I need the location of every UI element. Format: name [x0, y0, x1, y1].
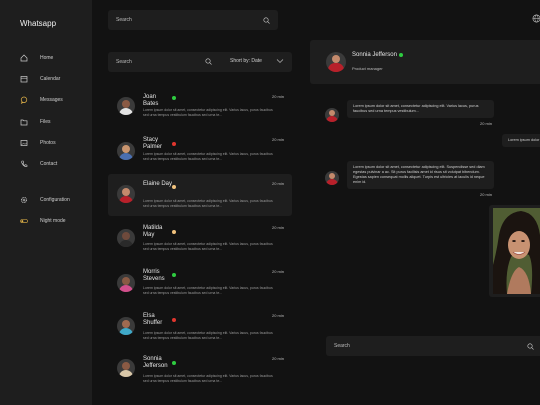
message-input[interactable]	[326, 343, 527, 349]
avatar	[325, 171, 339, 185]
status-away-dot	[172, 230, 176, 234]
app-title: Whatsapp	[20, 19, 57, 28]
contact-name: Sonnia Jefferson	[143, 356, 168, 369]
contact-name: Elaine Day	[143, 181, 173, 187]
contact-name: Joan Bates	[143, 94, 159, 107]
list-search-bar	[108, 52, 292, 72]
conversation-item[interactable]: Joan Bates 20 min Lorem ipsum dolor sit …	[108, 89, 292, 131]
message-time: 20 min	[272, 137, 285, 142]
message-preview: Lorem ipsum dolor sit amet, consectetur …	[143, 108, 273, 117]
gear-icon	[21, 197, 27, 203]
messages-icon	[20, 96, 28, 104]
toggle-icon	[20, 219, 28, 224]
search-icon[interactable]	[527, 342, 534, 350]
status-online-dot	[399, 53, 403, 57]
home-icon	[20, 54, 28, 62]
top-search-bar	[108, 10, 278, 30]
search-input[interactable]	[108, 17, 263, 23]
contact-name: Matilda May	[143, 225, 163, 238]
sidebar-item-files[interactable]: Files	[20, 116, 88, 128]
message-preview: Lorem ipsum dolor sit amet, consectetur …	[143, 374, 273, 383]
phone-icon	[21, 160, 28, 167]
conversation-item[interactable]: Morris Stevens 20 min Lorem ipsum dolor …	[108, 265, 292, 307]
avatar	[117, 274, 135, 292]
sidebar-item-label: Files	[40, 119, 51, 125]
conversation-search-input[interactable]	[108, 59, 198, 65]
message-time: 20 min	[272, 356, 285, 361]
chat-contact-role: Product manager	[352, 66, 383, 71]
sidebar-item-configuration[interactable]: Configuration	[20, 194, 88, 206]
message-time: 20 min	[272, 181, 285, 186]
message-preview: Lorem ipsum dolor sit amet, consectetur …	[143, 286, 273, 295]
message-time: 20 min	[480, 121, 493, 126]
portrait-image	[493, 208, 540, 294]
sidebar-item-label: Night mode	[40, 218, 66, 224]
sidebar-item-calendar[interactable]: Calendar	[20, 73, 88, 85]
conversation-item-active[interactable]: Elaine Day 20 min Lorem ipsum dolor sit …	[108, 174, 292, 216]
message-preview: Lorem ipsum dolor sit amet, consectetur …	[143, 152, 273, 161]
message-preview: Lorem ipsum dolor sit amet, consectetur …	[143, 242, 273, 251]
message-time: 20 min	[272, 225, 285, 230]
globe-icon[interactable]	[532, 14, 540, 23]
message-preview: Lorem ipsum dolor sit amet, consectetur …	[143, 199, 273, 208]
avatar	[117, 359, 135, 377]
conversation-item[interactable]: Stacy Palmer 20 min Lorem ipsum dolor si…	[108, 132, 292, 174]
outgoing-message: Lorem ipsum dolor sit	[502, 134, 540, 147]
avatar	[325, 108, 339, 122]
status-online-dot	[172, 361, 176, 365]
status-away-dot	[172, 185, 176, 189]
sidebar-item-label: Configuration	[40, 197, 70, 203]
status-busy-dot	[172, 142, 176, 146]
sidebar-item-photos[interactable]: Photos	[20, 137, 88, 149]
conversation-item[interactable]: Elsa Shuffer 20 min Lorem ipsum dolor si…	[108, 310, 292, 352]
sidebar: Whatsapp Home Calendar Messages Files Ph…	[0, 0, 92, 405]
sidebar-item-label: Contact	[40, 161, 58, 167]
message-time: 20 min	[272, 269, 285, 274]
chat-header: Sonnia Jefferson Product manager	[310, 40, 540, 84]
message-time: 20 min	[480, 192, 493, 197]
incoming-message: Lorem ipsum dolor sit amet, consectetur …	[347, 161, 494, 189]
message-preview: Lorem ipsum dolor sit amet, consectetur …	[143, 331, 273, 340]
message-time: 20 min	[272, 313, 285, 318]
incoming-message: Lorem ipsum dolor sit amet, consectetur …	[347, 100, 494, 118]
avatar	[117, 317, 135, 335]
sidebar-item-home[interactable]: Home	[20, 52, 88, 64]
contact-name: Elsa Shuffer	[143, 313, 163, 326]
sidebar-item-label: Photos	[40, 140, 56, 146]
sidebar-item-label: Messages	[40, 97, 63, 103]
contact-name: Morris Stevens	[143, 269, 165, 282]
conversation-item[interactable]: Matilda May 20 min Lorem ipsum dolor sit…	[108, 220, 292, 262]
status-online-dot	[172, 96, 176, 100]
calendar-icon	[20, 76, 28, 83]
message-time: 20 min	[272, 94, 285, 99]
sort-label[interactable]: Short by: Date	[230, 58, 262, 64]
contact-name: Stacy Palmer	[143, 137, 163, 150]
avatar	[326, 52, 346, 72]
status-busy-dot	[172, 318, 176, 322]
sidebar-item-contact[interactable]: Contact	[20, 158, 88, 170]
sidebar-item-messages[interactable]: Messages	[20, 94, 88, 106]
conversation-item[interactable]: Sonnia Jefferson 20 min Lorem ipsum dolo…	[108, 353, 292, 395]
avatar	[117, 185, 135, 203]
message-input-bar	[326, 336, 540, 356]
search-icon[interactable]	[205, 58, 212, 65]
status-online-dot	[172, 273, 176, 277]
files-icon	[20, 119, 28, 126]
search-icon[interactable]	[263, 16, 270, 24]
shared-photo[interactable]	[489, 205, 540, 297]
sidebar-item-label: Home	[40, 55, 54, 61]
chat-contact-name: Sonnia Jefferson	[352, 52, 397, 58]
sidebar-item-night-mode[interactable]: Night mode	[20, 215, 88, 227]
sidebar-item-label: Calendar	[40, 76, 61, 82]
avatar	[117, 97, 135, 115]
avatar	[117, 229, 135, 247]
avatar	[117, 142, 135, 160]
photos-icon	[20, 140, 28, 146]
chevron-down-icon[interactable]	[276, 58, 284, 64]
